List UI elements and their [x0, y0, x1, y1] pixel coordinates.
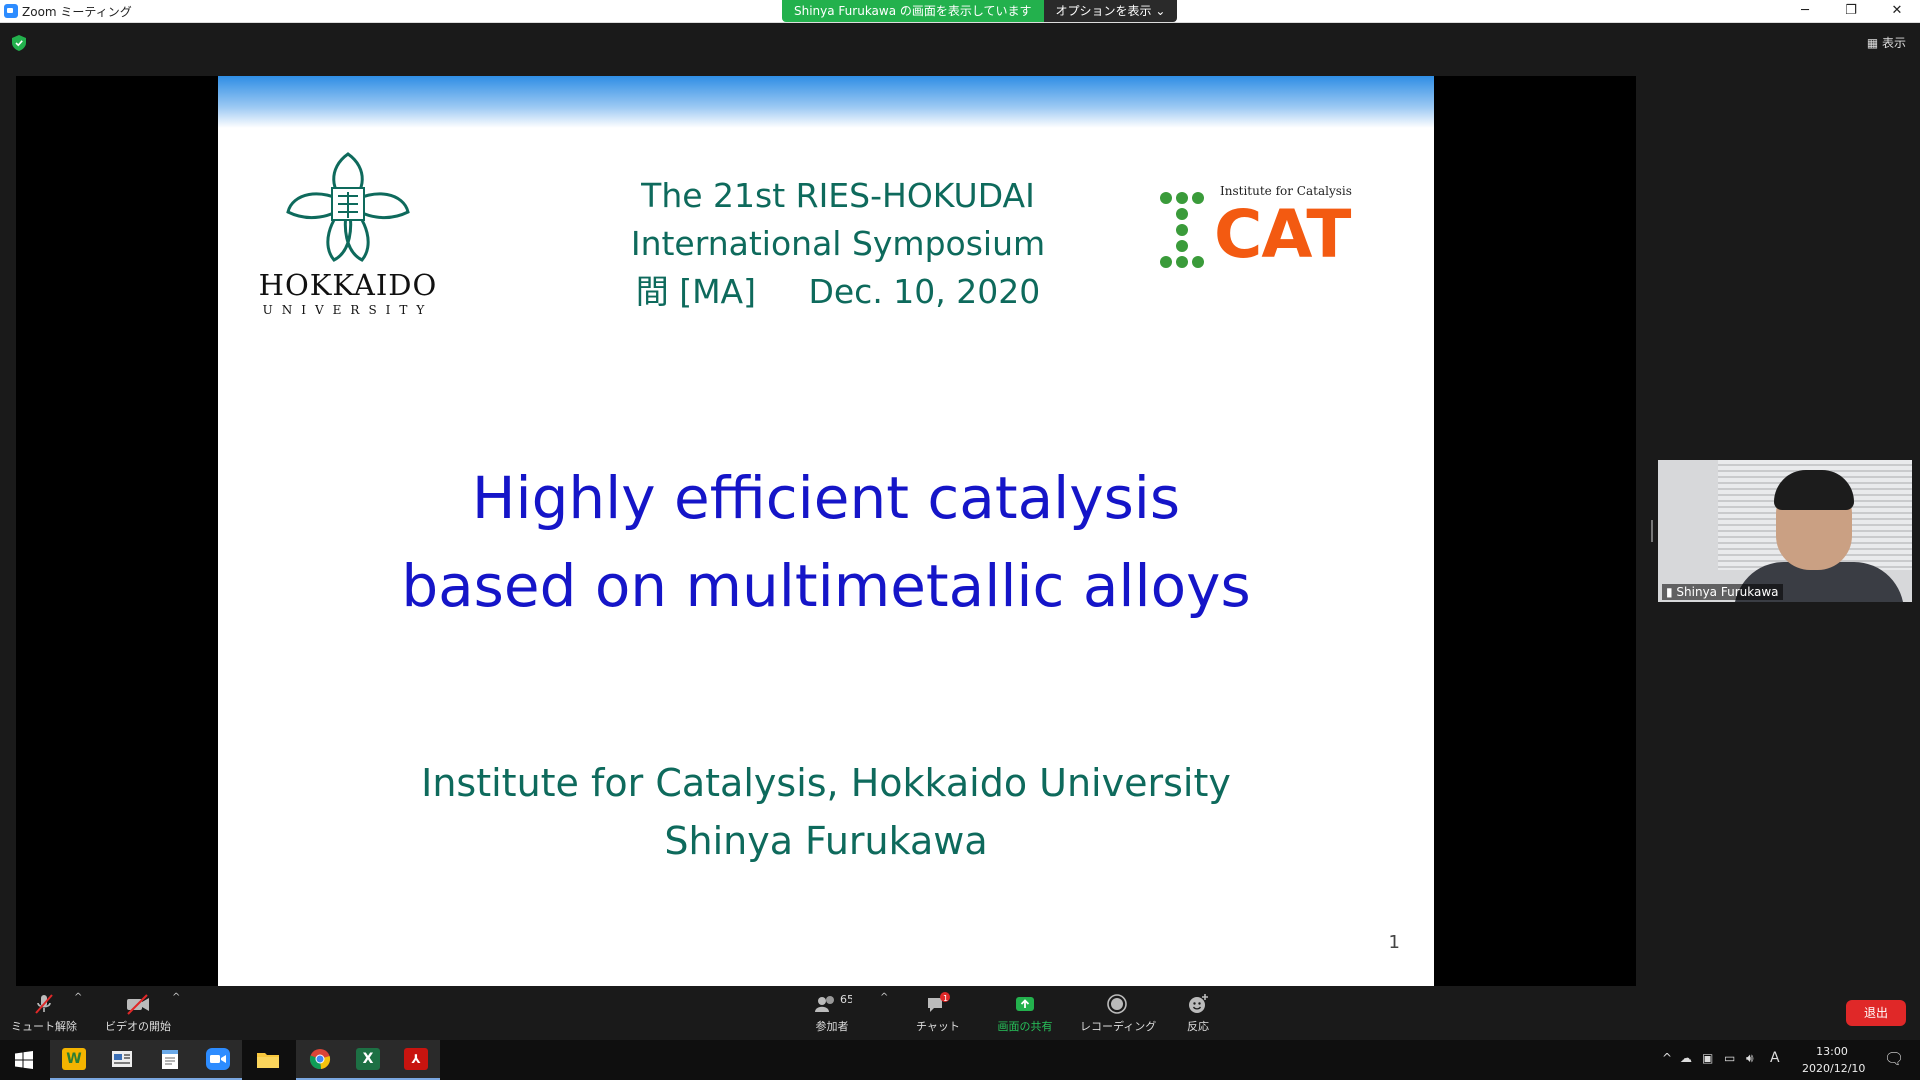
slide-page-number: 1 [1388, 932, 1400, 953]
video-options-caret[interactable]: ^ [172, 992, 180, 1003]
chat-button[interactable]: 1 チャット [912, 988, 964, 1040]
share-status-message: Shinya Furukawa の画面を表示しています [782, 0, 1044, 22]
participants-count: 65 [840, 993, 852, 1006]
share-screen-label: 画面の共有 [997, 1020, 1053, 1033]
excel-icon: X [356, 1048, 380, 1070]
presentation-slide: HOKKAIDO UNIVERSITY The 21st RIES-HOKUDA… [218, 76, 1434, 986]
symposium-date: Dec. 10, 2020 [808, 272, 1041, 311]
acrobat-icon: ⅄ [404, 1048, 428, 1070]
icat-logo: Institute for Catalysis CAT [1158, 184, 1358, 284]
device-icon[interactable]: ▣ [1702, 1051, 1713, 1065]
window-title-bar: Zoom ミーティング Shinya Furukawa の画面を表示しています … [0, 0, 1920, 23]
reactions-icon [1189, 994, 1208, 1013]
ime-indicator[interactable]: A [1770, 1050, 1780, 1066]
minimize-button[interactable]: ─ [1782, 0, 1828, 22]
zoom-app-icon [4, 4, 18, 18]
chat-bubble-icon: 1 [928, 992, 950, 1012]
video-off-icon [127, 994, 149, 1015]
symposium-line-2: International Symposium [630, 224, 1046, 263]
share-screen-button[interactable]: 画面の共有 [990, 988, 1060, 1040]
record-icon [1107, 994, 1127, 1014]
news-app-icon [112, 1051, 132, 1067]
start-video-button[interactable]: ビデオの開始 [100, 988, 176, 1040]
participants-options-caret[interactable]: ^ [880, 992, 888, 1003]
author-name: Shinya Furukawa [664, 819, 988, 863]
taskbar-notepad-app[interactable] [146, 1040, 194, 1080]
participants-label: 参加者 [815, 1020, 849, 1033]
word-app-icon: W [62, 1048, 86, 1070]
participants-icon: 65 [815, 993, 852, 1012]
hokkaido-university-logo: HOKKAIDO UNIVERSITY [258, 148, 438, 318]
hu-logo-name: HOKKAIDO [258, 268, 438, 302]
reactions-label: 反応 [1187, 1020, 1209, 1033]
view-options-button[interactable]: オプションを表示 ⌄ [1043, 0, 1178, 22]
participant-name-label: ▮ Shinya Furukawa [1662, 584, 1783, 600]
slide-main-title: Highly efficient catalysis based on mult… [218, 454, 1434, 630]
windows-logo-icon [15, 1051, 33, 1069]
chrome-icon [309, 1049, 331, 1070]
windows-taskbar: W X ⅄ ^ ☁ ▣ ▭ 🔊︎ A 🗨︎ [0, 1040, 1920, 1080]
taskbar-word-app[interactable]: W [50, 1040, 98, 1080]
taskbar-file-explorer[interactable] [244, 1040, 292, 1080]
taskbar-acrobat[interactable]: ⅄ [392, 1040, 440, 1080]
volume-icon[interactable]: 🔊︎ [1746, 1051, 1754, 1066]
notepad-icon [162, 1050, 178, 1069]
close-button[interactable]: ✕ [1874, 0, 1920, 22]
participant-video-tile[interactable]: ▮ Shinya Furukawa [1658, 460, 1912, 602]
start-button[interactable] [0, 1040, 48, 1080]
participants-button[interactable]: 65 参加者 [800, 988, 864, 1040]
tray-overflow-caret-icon[interactable]: ^ [1662, 1051, 1672, 1065]
unmute-button[interactable]: ミュート解除 [10, 988, 78, 1040]
hokkaido-emblem-icon [286, 152, 410, 262]
reactions-button[interactable]: 反応 [1176, 988, 1220, 1040]
muted-mic-icon [35, 994, 53, 1014]
title-line-2: based on multimetallic alloys [401, 552, 1251, 620]
notifications-icon[interactable]: 🗨︎ [1884, 1049, 1904, 1068]
symposium-line-3: 間 [MA] Dec. 10, 2020 [518, 268, 1158, 316]
restore-button[interactable]: ❐ [1828, 0, 1874, 22]
onedrive-cloud-icon[interactable]: ☁ [1680, 1051, 1692, 1065]
panel-resize-handle[interactable] [1651, 520, 1653, 542]
zoom-taskbar-icon [206, 1048, 230, 1070]
symposium-theme: 間 [MA] [635, 272, 757, 311]
encryption-shield-icon[interactable] [12, 35, 26, 51]
icat-text: CAT [1214, 196, 1351, 273]
symposium-line-1: The 21st RIES-HOKUDAI [641, 176, 1035, 215]
unmute-label: ミュート解除 [11, 1020, 77, 1033]
taskbar-excel[interactable]: X [344, 1040, 392, 1080]
network-icon[interactable]: ▭ [1724, 1051, 1735, 1065]
signal-bars-icon: ▮ [1666, 585, 1677, 599]
record-label: レコーディング [1080, 1020, 1157, 1033]
clock-date: 2020/12/10 [1802, 1062, 1866, 1075]
share-screen-icon [1016, 997, 1034, 1011]
chat-badge: 1 [943, 994, 948, 1003]
taskbar-clock[interactable]: 13:00 2020/12/10 [1802, 1043, 1866, 1077]
taskbar-news-app[interactable] [98, 1040, 146, 1080]
symposium-title: The 21st RIES-HOKUDAI International Symp… [518, 172, 1158, 316]
view-mode-button[interactable]: ▦ 表示 [1867, 34, 1906, 51]
taskbar-zoom-app[interactable] [194, 1040, 242, 1080]
record-button[interactable]: レコーディング [1080, 988, 1157, 1040]
icat-hex-icon [1160, 192, 1204, 268]
screen-share-banner: Shinya Furukawa の画面を表示しています オプションを表示 ⌄ [782, 0, 1178, 22]
chat-label: チャット [916, 1020, 960, 1033]
title-line-1: Highly efficient catalysis [471, 464, 1181, 532]
taskbar-chrome[interactable] [296, 1040, 344, 1080]
folder-icon [257, 1053, 279, 1068]
window-title: Zoom ミーティング [22, 5, 132, 19]
clock-time: 13:00 [1816, 1045, 1848, 1058]
hu-logo-sub: UNIVERSITY [262, 303, 434, 317]
slide-header-gradient [218, 76, 1434, 128]
start-video-label: ビデオの開始 [105, 1020, 171, 1033]
audio-options-caret[interactable]: ^ [74, 992, 82, 1003]
leave-meeting-button[interactable]: 退出 [1846, 1000, 1906, 1026]
meeting-toolbar: ミュート解除 ^ ビデオの開始 ^ 65 参加者 ^ 1 チャット 画面の共有 … [0, 988, 1920, 1040]
slide-affiliation: Institute for Catalysis, Hokkaido Univer… [218, 754, 1434, 870]
affiliation-text: Institute for Catalysis, Hokkaido Univer… [421, 761, 1231, 805]
